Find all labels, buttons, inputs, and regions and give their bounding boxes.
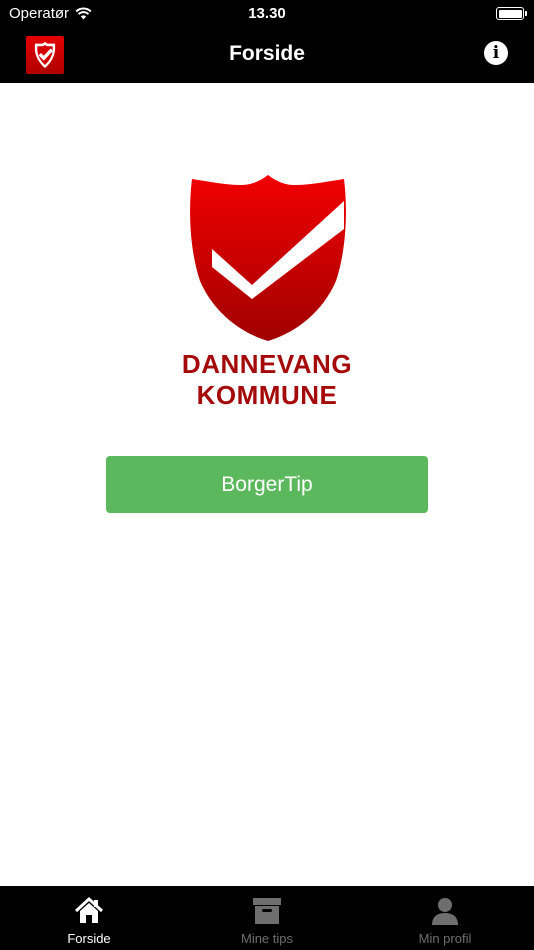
battery-icon (496, 7, 527, 20)
tab-bar: Forside Mine tips Min profil (0, 886, 534, 950)
tab-mine-tips[interactable]: Mine tips (178, 886, 356, 950)
archive-box-icon (253, 898, 281, 924)
main-content: DANNEVANG KOMMUNE BorgerTip (0, 83, 534, 886)
municipality-name-line1: DANNEVANG (181, 349, 353, 379)
navigation-bar: Forside i (0, 27, 534, 83)
home-icon (74, 896, 104, 923)
user-icon (432, 898, 458, 925)
shield-check-icon (190, 175, 346, 341)
status-bar: Operatør 13.30 (0, 0, 534, 27)
tab-forside[interactable]: Forside (0, 886, 178, 950)
tab-label: Forside (67, 931, 111, 946)
tab-label: Min profil (418, 931, 472, 946)
info-icon[interactable]: i (484, 41, 508, 65)
info-glyph: i (492, 43, 500, 63)
borgertip-button[interactable]: BorgerTip (106, 456, 428, 513)
page-title: Forside (229, 42, 305, 65)
tab-min-profil[interactable]: Min profil (356, 886, 534, 950)
status-time: 13.30 (248, 5, 286, 22)
tab-label: Mine tips (240, 931, 294, 946)
municipality-name-line2: KOMMUNE (196, 380, 338, 410)
municipality-name: DANNEVANG KOMMUNE (0, 349, 534, 411)
